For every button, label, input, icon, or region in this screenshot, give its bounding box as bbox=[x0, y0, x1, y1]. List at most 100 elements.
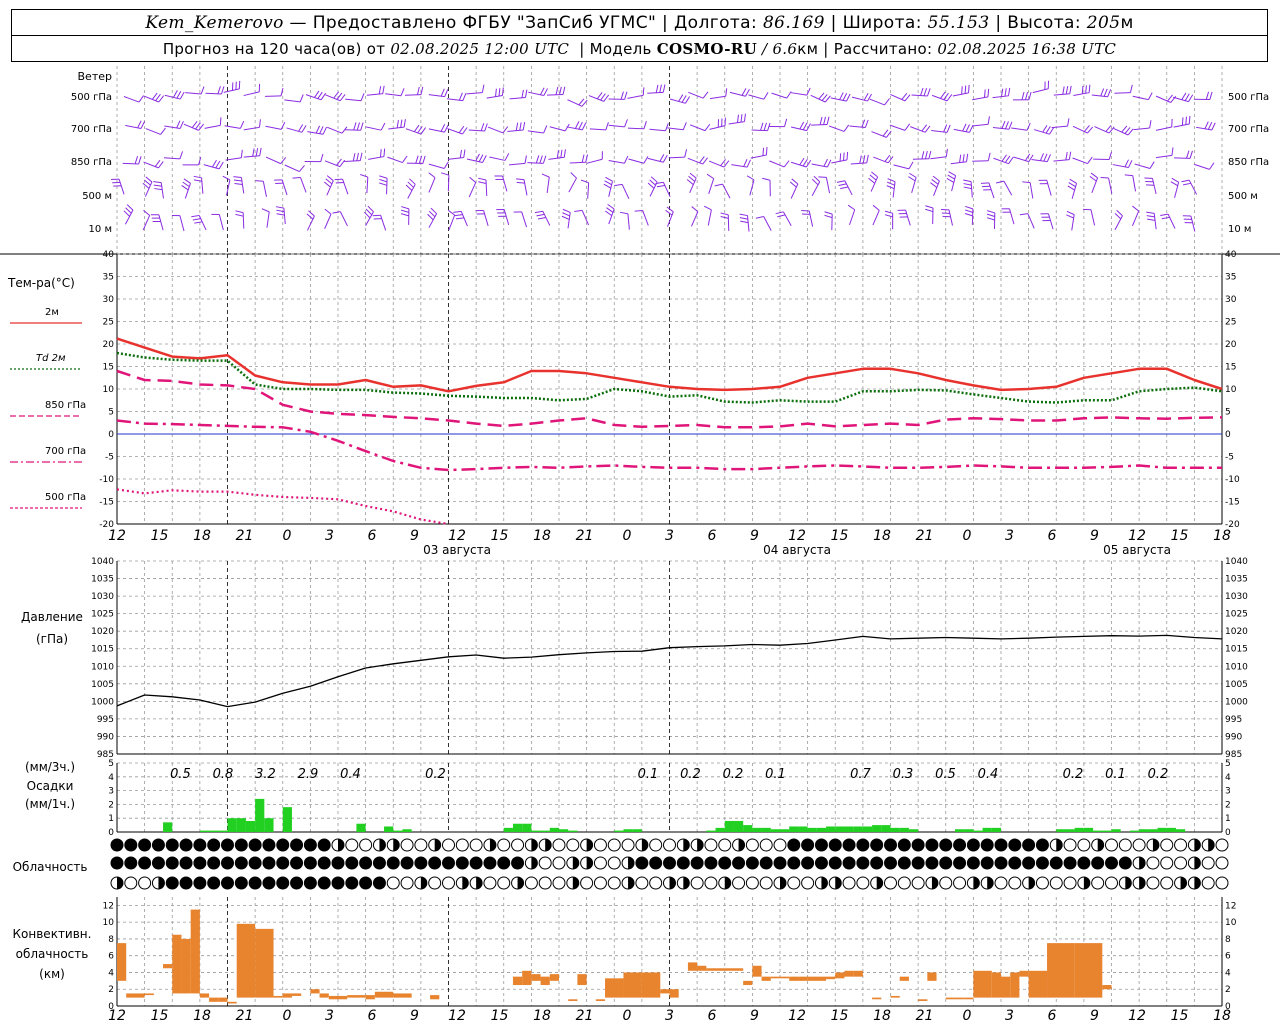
cloud-cover-symbol bbox=[649, 838, 663, 852]
wind-barb-flag bbox=[659, 84, 662, 93]
wind-barb-flag bbox=[469, 176, 477, 183]
wind-barb bbox=[1047, 213, 1054, 230]
wind-barb-flag bbox=[401, 209, 409, 213]
wind-barb-flag bbox=[799, 121, 805, 130]
hour-tick-label: 9 bbox=[750, 528, 759, 544]
wind-barb-flag bbox=[1000, 88, 1004, 97]
precip-bar bbox=[881, 825, 891, 832]
wind-barb-flag bbox=[739, 217, 748, 220]
hour-tick-label-bottom: 18 bbox=[193, 1008, 211, 1024]
hour-tick-label: 3 bbox=[1005, 528, 1014, 544]
wind-barb-flag bbox=[699, 156, 705, 164]
cloud-cover-symbol bbox=[856, 856, 870, 870]
cloud-cover-symbol bbox=[290, 856, 304, 870]
wind-barb bbox=[750, 154, 767, 159]
wind-barb-flag bbox=[453, 210, 462, 213]
wind-barb-flag bbox=[1185, 116, 1187, 125]
hour-tick-label: 9 bbox=[1090, 528, 1099, 544]
cloud-cover-symbol bbox=[386, 876, 400, 890]
wind-barb bbox=[763, 216, 772, 231]
wind-barb-flag bbox=[524, 155, 527, 164]
wind-barb-flag bbox=[1209, 162, 1215, 170]
wind-barb-flag bbox=[1024, 91, 1029, 100]
convective-bar bbox=[1019, 970, 1029, 977]
cloud-cover-symbol bbox=[262, 856, 276, 870]
wind-barb-flag bbox=[920, 87, 924, 96]
precip-bar bbox=[733, 820, 744, 832]
wind-barb-flag bbox=[562, 212, 570, 217]
wind-barb-flag bbox=[962, 154, 965, 163]
wind-barb-flag bbox=[440, 88, 445, 97]
wind-barb-flag bbox=[963, 183, 972, 186]
wind-barb-flag bbox=[463, 149, 466, 158]
wind-barb bbox=[523, 179, 528, 196]
precip-3h-total: 0.7 bbox=[850, 767, 871, 782]
wind-barb bbox=[365, 211, 374, 226]
precip-bar bbox=[356, 823, 366, 832]
wind-barb bbox=[1155, 126, 1172, 131]
wind-barb bbox=[1131, 210, 1140, 226]
wind-barb-flag bbox=[142, 182, 150, 189]
cloud-cover-symbol bbox=[193, 838, 207, 852]
precip-bar bbox=[780, 829, 790, 832]
wind-barb-flag bbox=[478, 177, 487, 181]
cloud-cover-symbol bbox=[400, 838, 414, 852]
wind-barb-flag bbox=[292, 176, 301, 179]
cloud-cover-half bbox=[379, 839, 386, 851]
wind-barb-flag bbox=[134, 156, 139, 164]
wind-barb-flag bbox=[826, 159, 832, 168]
wind-barb bbox=[587, 182, 590, 199]
wind-barb-flag bbox=[665, 209, 673, 216]
wind-barb-flag bbox=[1066, 210, 1075, 216]
precip-bar bbox=[255, 798, 265, 832]
convective-bar bbox=[605, 978, 624, 998]
wind-barb-flag bbox=[1188, 94, 1194, 102]
wind-barb-flag bbox=[1147, 92, 1153, 100]
wind-barb-flag bbox=[1021, 92, 1025, 100]
cloud-cover-symbol bbox=[179, 838, 193, 852]
wind-barb bbox=[825, 177, 831, 194]
wind-barb-flag bbox=[585, 154, 589, 163]
cloud-cover-symbol bbox=[842, 856, 856, 870]
precip-bar bbox=[954, 829, 965, 832]
wind-barb-flag bbox=[400, 119, 403, 128]
wind-barb bbox=[709, 125, 726, 130]
precip-bar bbox=[559, 829, 569, 832]
wind-barb-flag bbox=[482, 155, 487, 163]
precip-bar bbox=[964, 829, 974, 832]
wind-barb-flag bbox=[176, 120, 181, 129]
wind-barb-flag bbox=[1004, 121, 1009, 130]
wind-barb bbox=[708, 178, 715, 194]
wind-barb-flag bbox=[193, 175, 202, 179]
convective-bar bbox=[1028, 970, 1048, 998]
temperature-tick-label-left: 30 bbox=[103, 295, 115, 305]
wind-barb-flag bbox=[655, 84, 659, 93]
precip-unit-top: (мм/3ч.) bbox=[25, 760, 75, 774]
cloud-cover-symbol bbox=[1105, 876, 1118, 890]
cloud-cover-symbol bbox=[442, 876, 455, 890]
wind-barb-flag bbox=[181, 185, 189, 191]
convective-tick-label-right: 2 bbox=[1225, 985, 1231, 995]
wind-barb bbox=[243, 155, 260, 158]
wind-barb bbox=[124, 209, 134, 225]
wind-barb-flag bbox=[706, 173, 714, 180]
wind-barb-flag bbox=[1167, 94, 1173, 102]
cloud-cover-half bbox=[697, 839, 704, 851]
wind-barb-flag bbox=[173, 90, 178, 98]
wind-barb bbox=[486, 95, 503, 99]
wind-barb-flag bbox=[1068, 182, 1076, 188]
temperature-tick-label-right: -10 bbox=[1225, 475, 1240, 485]
convective-bar bbox=[770, 976, 780, 979]
cloud-cover-symbol bbox=[538, 876, 552, 890]
wind-barb-flag bbox=[1062, 86, 1065, 95]
convective-bar bbox=[1102, 985, 1112, 990]
cloud-cover-symbol bbox=[1118, 856, 1132, 870]
cloud-cover-half bbox=[393, 839, 400, 851]
cloud-cover-symbol bbox=[151, 838, 165, 852]
cloud-cover-symbol bbox=[897, 876, 911, 890]
wind-barb bbox=[791, 92, 807, 96]
temperature-tick-label-right: 35 bbox=[1225, 273, 1236, 283]
cloud-cover-symbol bbox=[607, 876, 621, 890]
convective-bar bbox=[595, 999, 606, 1001]
wind-barb-flag bbox=[1008, 156, 1014, 164]
